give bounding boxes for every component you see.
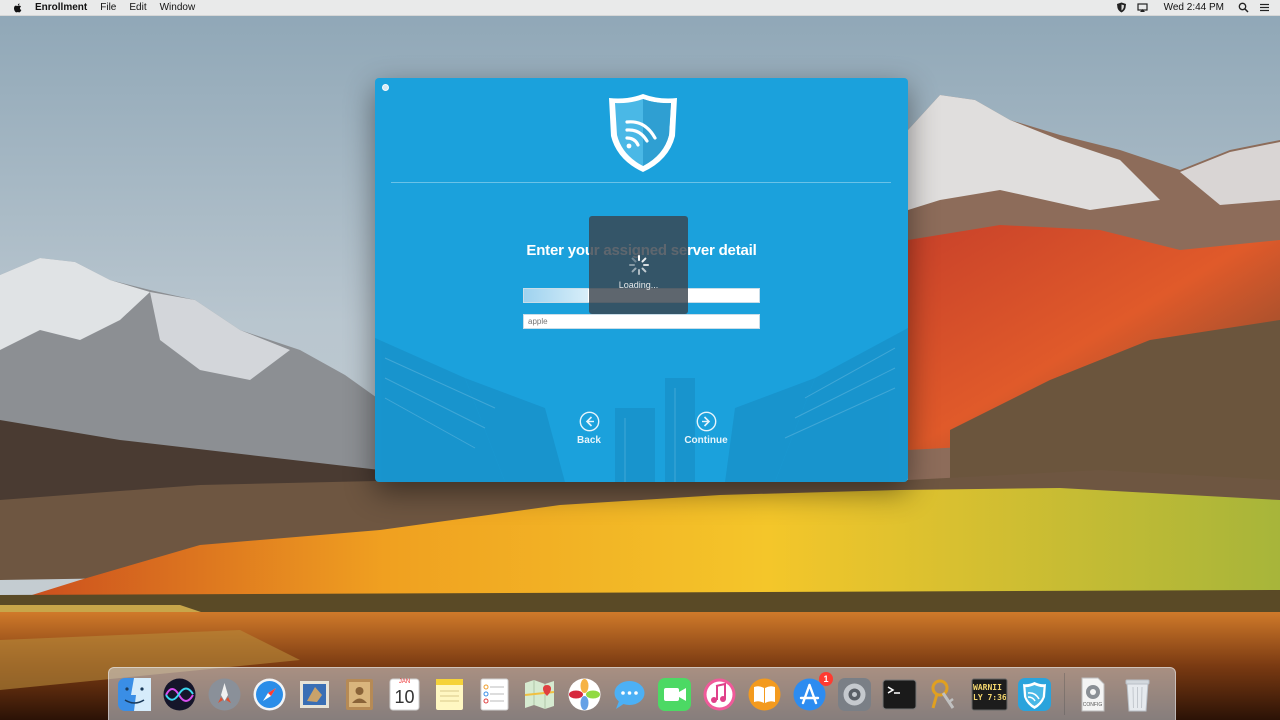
dock-itunes[interactable] (700, 675, 739, 714)
menu-app-name[interactable]: Enrollment (35, 2, 87, 13)
maps-icon (524, 679, 555, 709)
menu-file[interactable]: File (100, 2, 116, 13)
finder-icon (118, 677, 151, 711)
menu-window[interactable]: Window (160, 2, 196, 13)
dock-maps[interactable] (520, 675, 559, 714)
enrollment-icon (1018, 677, 1051, 711)
menu-bar: Enrollment File Edit Window Wed 2:44 PM (0, 0, 1280, 16)
arrow-left-circle-icon (579, 411, 599, 432)
safari-icon (253, 678, 286, 710)
dock-app-store[interactable]: 1 (790, 671, 833, 714)
dock-console[interactable]: WARNII LY 7:36 (970, 675, 1009, 720)
dock-siri[interactable] (160, 675, 199, 714)
server-field-value (524, 289, 588, 302)
menu-bar-extras: Wed 2:44 PM (1116, 2, 1280, 13)
dock-system-preferences[interactable] (835, 675, 874, 714)
dock-safari[interactable] (250, 675, 289, 714)
dock-enrollment[interactable] (1015, 675, 1054, 720)
header-divider (391, 182, 891, 183)
messages-icon (614, 680, 645, 709)
loading-overlay: Loading... (589, 216, 688, 314)
display-mirroring-icon[interactable] (1136, 2, 1148, 13)
enrollment-window: Enter your assigned server detail Back C… (375, 78, 908, 482)
trash-icon (1125, 679, 1150, 711)
loading-text: Loading... (618, 280, 659, 290)
dock-reminders[interactable] (475, 675, 514, 714)
launchpad-icon (208, 678, 241, 710)
dock-finder[interactable] (115, 675, 154, 720)
dock-photos[interactable] (565, 675, 604, 714)
shield-logo-icon (609, 94, 677, 172)
shield-status-icon[interactable] (1116, 2, 1127, 13)
dock-terminal[interactable] (880, 675, 919, 720)
dock-trash[interactable] (1118, 675, 1157, 714)
photos-icon (568, 678, 601, 710)
mail-icon (300, 680, 329, 708)
dock-calendar[interactable]: JAN 10 (385, 675, 424, 714)
spotlight-search-icon[interactable] (1238, 2, 1249, 13)
console-preview-text: WARNII LY 7:36 (973, 682, 1006, 702)
organization-input[interactable] (528, 317, 755, 326)
arrow-right-circle-icon (696, 411, 716, 432)
back-button[interactable]: Back (549, 411, 629, 446)
dock-mail[interactable] (295, 675, 334, 714)
dock: JAN 10 1 WARNII LY 7:36 CONFIG (108, 667, 1176, 720)
dock-messages[interactable] (610, 675, 649, 714)
itunes-icon (703, 678, 736, 710)
config-profile-label: CONFIG (1082, 701, 1103, 708)
spinner-icon (628, 255, 649, 275)
reminders-icon (480, 678, 509, 710)
notification-center-icon[interactable] (1259, 2, 1270, 13)
back-button-label: Back (577, 435, 601, 446)
dock-keychain[interactable] (925, 675, 964, 714)
apple-menu-icon[interactable] (13, 2, 23, 14)
notes-icon (436, 678, 463, 710)
ibooks-icon (748, 678, 781, 710)
app-store-update-badge: 1 (819, 671, 833, 686)
contacts-icon (346, 678, 373, 710)
dock-contacts[interactable] (340, 675, 379, 714)
dock-separator (1064, 673, 1065, 715)
continue-button[interactable]: Continue (666, 411, 746, 446)
dock-ibooks[interactable] (745, 675, 784, 714)
organization-field[interactable] (523, 314, 760, 329)
facetime-icon (658, 677, 691, 711)
keychain-icon (931, 679, 955, 709)
calendar-day: 10 (394, 686, 415, 707)
menu-clock[interactable]: Wed 2:44 PM (1164, 2, 1224, 13)
system-preferences-icon (838, 677, 871, 711)
config-profile-icon (1081, 677, 1105, 711)
window-close-button[interactable] (382, 84, 389, 91)
dock-config-profile[interactable]: CONFIG (1073, 675, 1112, 714)
dock-notes[interactable] (430, 675, 469, 714)
menu-edit[interactable]: Edit (129, 2, 146, 13)
siri-icon (163, 678, 196, 710)
terminal-icon (882, 679, 917, 709)
dock-launchpad[interactable] (205, 675, 244, 714)
dock-facetime[interactable] (655, 675, 694, 714)
continue-button-label: Continue (684, 435, 728, 446)
calendar-month: JAN (398, 678, 411, 685)
